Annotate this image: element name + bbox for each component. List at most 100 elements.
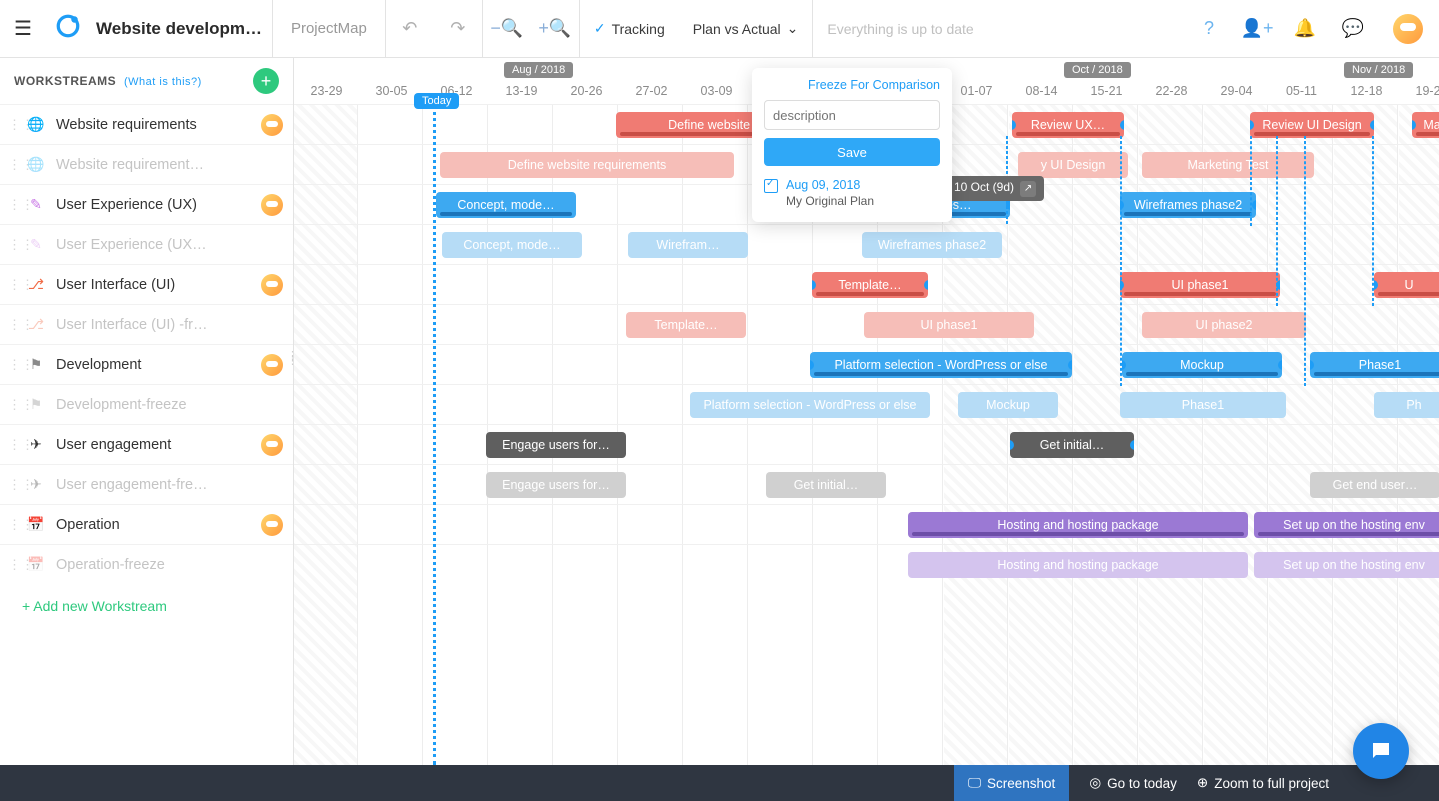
gantt-bar[interactable]: Hosting and hosting package xyxy=(908,512,1248,538)
gantt-bar[interactable]: Concept, mode… xyxy=(442,232,582,258)
drag-handle-icon[interactable]: ⋮⋮ xyxy=(8,442,16,448)
gantt-bar[interactable]: Review UX… xyxy=(1012,112,1124,138)
gantt-bar[interactable]: Template… xyxy=(626,312,746,338)
gantt-bar[interactable]: UI phase1 xyxy=(1120,272,1280,298)
gantt-chart[interactable]: Aug / 2018Oct / 2018Nov / 2018 23-2930-0… xyxy=(294,58,1439,765)
drag-handle-icon[interactable]: ⋮⋮ xyxy=(8,522,16,528)
gantt-bar[interactable]: UI phase1 xyxy=(864,312,1034,338)
add-user-icon[interactable]: 👤+ xyxy=(1233,0,1281,58)
owner-avatar[interactable] xyxy=(261,434,283,456)
workstream-row[interactable]: ⋮⋮ ⚑ Development xyxy=(0,344,293,384)
open-icon[interactable]: ↗ xyxy=(1020,181,1036,197)
redo-icon[interactable]: ↷ xyxy=(434,0,482,58)
dependency-dot-icon[interactable] xyxy=(1252,200,1256,210)
zoom-full-button[interactable]: ⊕Zoom to full project xyxy=(1197,775,1329,791)
gantt-bar[interactable]: Ma xyxy=(1412,112,1439,138)
dependency-dot-icon[interactable] xyxy=(1068,360,1072,370)
gantt-bar[interactable]: y UI Design xyxy=(1018,152,1128,178)
drag-handle-icon[interactable]: ⋮⋮ xyxy=(8,162,16,168)
gantt-bar[interactable]: Wirefram… xyxy=(628,232,748,258)
splitter-handle[interactable]: ⋮⋮ xyxy=(287,354,298,364)
dependency-dot-icon[interactable] xyxy=(924,280,928,290)
workstream-row[interactable]: ⋮⋮ ✎ User Experience (UX) xyxy=(0,184,293,224)
undo-icon[interactable]: ↶ xyxy=(386,0,434,58)
drag-handle-icon[interactable]: ⋮⋮ xyxy=(8,562,16,568)
gantt-bar[interactable]: Get initial… xyxy=(766,472,886,498)
description-input[interactable] xyxy=(764,100,940,130)
owner-avatar[interactable] xyxy=(261,194,283,216)
workstream-row[interactable]: ⋮⋮ 🌐 Website requirements xyxy=(0,104,293,144)
gantt-bar[interactable]: UI phase2 xyxy=(1142,312,1306,338)
gantt-bar[interactable]: Define website requirements xyxy=(440,152,734,178)
gantt-bar[interactable]: Hosting and hosting package xyxy=(908,552,1248,578)
dependency-dot-icon[interactable] xyxy=(1412,120,1416,130)
dependency-dot-icon[interactable] xyxy=(1374,280,1378,290)
add-workstream-button[interactable]: + xyxy=(253,68,279,94)
workstream-row[interactable]: ⋮⋮ ✈ User engagement xyxy=(0,424,293,464)
help-icon[interactable]: ? xyxy=(1185,0,1233,58)
gantt-bar[interactable]: Wireframes phase2 xyxy=(862,232,1002,258)
dependency-dot-icon[interactable] xyxy=(1310,360,1314,370)
gantt-bar[interactable]: Marketing Test xyxy=(1142,152,1314,178)
app-logo[interactable] xyxy=(46,13,90,44)
zoom-in-icon[interactable]: +🔍 xyxy=(531,0,579,58)
dependency-dot-icon[interactable] xyxy=(1122,360,1126,370)
menu-icon[interactable]: ☰ xyxy=(0,16,46,41)
dependency-dot-icon[interactable] xyxy=(1370,120,1374,130)
gantt-bar[interactable]: Platform selection - WordPress or else xyxy=(690,392,930,418)
gantt-bar[interactable]: Get end user… xyxy=(1310,472,1439,498)
gantt-bar[interactable]: Template… xyxy=(812,272,928,298)
gantt-bar[interactable]: Mockup xyxy=(1122,352,1282,378)
drag-handle-icon[interactable]: ⋮⋮ xyxy=(8,402,16,408)
go-today-button[interactable]: ◎Go to today xyxy=(1089,775,1177,791)
workstream-row[interactable]: ⋮⋮ ✈ User engagement-fre… xyxy=(0,464,293,504)
gantt-bar[interactable]: Engage users for… xyxy=(486,472,626,498)
plan-vs-actual-dropdown[interactable]: Plan vs Actual⌄ xyxy=(679,20,813,37)
drag-handle-icon[interactable]: ⋮⋮ xyxy=(8,322,16,328)
gantt-bar[interactable]: Wireframes phase2 xyxy=(1120,192,1256,218)
save-button[interactable]: Save xyxy=(764,138,940,166)
dependency-dot-icon[interactable] xyxy=(1010,440,1014,450)
help-link[interactable]: (What is this?) xyxy=(124,76,202,88)
snapshot-entry[interactable]: Aug 09, 2018 My Original Plan xyxy=(764,178,940,208)
view-tab-projectmap[interactable]: ProjectMap xyxy=(273,0,385,58)
gantt-bar[interactable]: Engage users for… xyxy=(486,432,626,458)
chat-icon[interactable]: 💬 xyxy=(1329,0,1377,58)
drag-handle-icon[interactable]: ⋮⋮ xyxy=(8,122,16,128)
gantt-bar[interactable]: Set up on the hosting env xyxy=(1254,512,1439,538)
screenshot-button[interactable]: 🖵Screenshot xyxy=(954,765,1069,801)
checkbox-icon[interactable] xyxy=(764,179,778,193)
dependency-dot-icon[interactable] xyxy=(1120,120,1124,130)
gantt-bar[interactable]: Phase1 xyxy=(1120,392,1286,418)
workstream-row[interactable]: ⋮⋮ ⎇ User Interface (UI) xyxy=(0,264,293,304)
gantt-bar[interactable]: Platform selection - WordPress or else xyxy=(810,352,1072,378)
chat-fab[interactable] xyxy=(1353,723,1409,779)
gantt-bar[interactable]: Concept, mode… xyxy=(436,192,576,218)
drag-handle-icon[interactable]: ⋮⋮ xyxy=(8,202,16,208)
freeze-link[interactable]: Freeze For Comparison xyxy=(764,78,940,92)
dependency-dot-icon[interactable] xyxy=(812,280,816,290)
gantt-bar[interactable]: Review UI Design xyxy=(1250,112,1374,138)
zoom-out-icon[interactable]: −🔍 xyxy=(483,0,531,58)
gantt-bar[interactable]: Phase1 xyxy=(1310,352,1439,378)
bell-icon[interactable]: 🔔 xyxy=(1281,0,1329,58)
owner-avatar[interactable] xyxy=(261,354,283,376)
drag-handle-icon[interactable]: ⋮⋮ xyxy=(8,242,16,248)
dependency-dot-icon[interactable] xyxy=(1130,440,1134,450)
dependency-dot-icon[interactable] xyxy=(1250,120,1254,130)
project-title[interactable]: Website developm… xyxy=(90,19,272,39)
drag-handle-icon[interactable]: ⋮⋮ xyxy=(8,282,16,288)
tracking-toggle[interactable]: ✓Tracking xyxy=(580,20,679,37)
add-workstream-link[interactable]: + Add new Workstream xyxy=(0,584,293,628)
owner-avatar[interactable] xyxy=(261,114,283,136)
dependency-dot-icon[interactable] xyxy=(1278,360,1282,370)
workstream-row[interactable]: ⋮⋮ 📅 Operation-freeze xyxy=(0,544,293,584)
gantt-bar[interactable]: Set up on the hosting env xyxy=(1254,552,1439,578)
workstream-row[interactable]: ⋮⋮ ⚑ Development-freeze xyxy=(0,384,293,424)
gantt-bar[interactable]: Mockup xyxy=(958,392,1058,418)
dependency-dot-icon[interactable] xyxy=(810,360,814,370)
gantt-bar[interactable]: Ph xyxy=(1374,392,1439,418)
gantt-bar[interactable]: U xyxy=(1374,272,1439,298)
avatar[interactable] xyxy=(1393,14,1423,44)
workstream-row[interactable]: ⋮⋮ 📅 Operation xyxy=(0,504,293,544)
